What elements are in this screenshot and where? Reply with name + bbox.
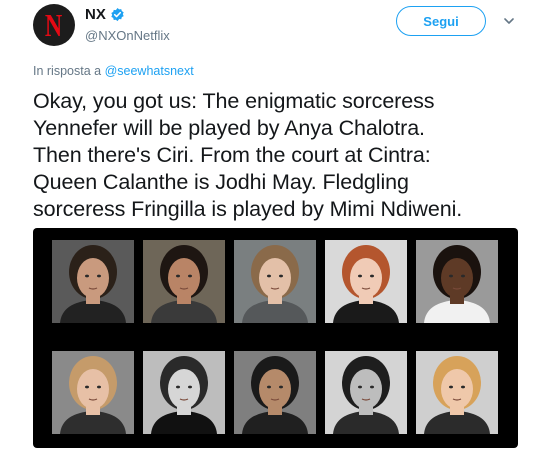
display-name[interactable]: NX (85, 6, 106, 23)
cast-headshot (52, 240, 134, 323)
cast-headshot (234, 351, 316, 434)
reply-mention-link[interactable]: @seewhatsnext (105, 64, 194, 78)
avatar[interactable]: N (33, 4, 75, 46)
cast-headshot (416, 240, 498, 323)
follow-button[interactable]: Segui (396, 6, 486, 36)
cast-headshot (52, 351, 134, 434)
user-handle[interactable]: @NXOnNetflix (85, 28, 170, 43)
tweet-line: Okay, you got us: The enigmatic sorceres… (33, 89, 435, 113)
tweet-line: Then there's Ciri. From the court at Cin… (33, 143, 431, 167)
reply-prefix: In risposta a (33, 64, 102, 78)
author-name-row[interactable]: NX (85, 6, 125, 23)
tweet-media-image[interactable] (33, 228, 518, 448)
tweet-text: Okay, you got us: The enigmatic sorceres… (33, 88, 538, 223)
cast-headshot (143, 351, 225, 434)
tweet-line: sorceress Fringilla is played by Mimi Nd… (33, 197, 463, 221)
chevron-down-icon[interactable] (503, 15, 515, 27)
cast-headshot (234, 240, 316, 323)
cast-headshot (325, 240, 407, 323)
verified-badge-icon (111, 7, 124, 22)
cast-headshot (325, 351, 407, 434)
cast-headshot (416, 351, 498, 434)
netflix-logo: N (45, 7, 63, 43)
tweet-line: Queen Calanthe is Jodhi May. Fledgling (33, 170, 409, 194)
reply-context: In risposta a @seewhatsnext (33, 64, 194, 78)
cast-headshot (143, 240, 225, 323)
tweet-line: Yennefer will be played by Anya Chalotra… (33, 116, 425, 140)
